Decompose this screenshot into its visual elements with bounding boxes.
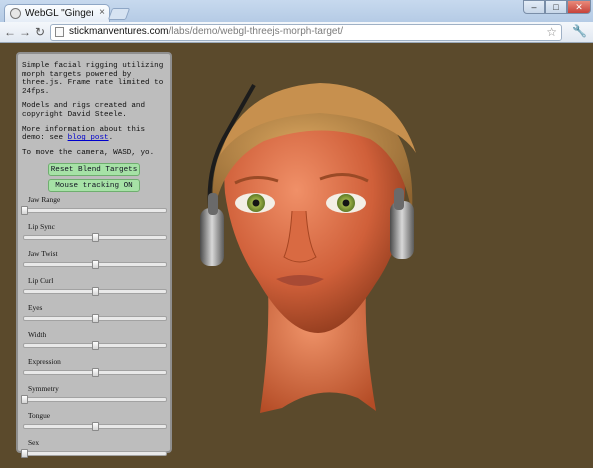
slider-row: Tongue [18, 411, 170, 438]
blog-post-link[interactable]: blog post [68, 134, 109, 142]
control-panel: Simple facial rigging utilizing morph ta… [16, 52, 172, 459]
slider-row: Sex [18, 438, 170, 465]
tab-close-icon[interactable]: × [99, 7, 105, 18]
forward-arrow-icon[interactable]: → [18, 25, 32, 39]
slider-label: Width [28, 330, 47, 340]
tab-title: WebGL "Ginger" manipula [25, 8, 93, 19]
reload-icon[interactable]: ↻ [33, 25, 47, 39]
bookmark-star-icon[interactable]: ☆ [546, 25, 557, 39]
credits-text: Models and rigs created and copyright Da… [22, 102, 146, 119]
slider-track[interactable] [23, 260, 167, 270]
slider-thumb[interactable] [92, 260, 99, 270]
left-pupil [252, 199, 260, 207]
slider-label: Tongue [28, 411, 51, 421]
more-info-text: More information about this demo: see bl… [22, 126, 170, 143]
new-tab-button[interactable] [107, 8, 131, 20]
right-pupil [342, 199, 350, 207]
slider-label: Symmetry [28, 384, 59, 394]
slider-thumb[interactable] [92, 233, 99, 243]
webgl-viewport[interactable] [180, 43, 593, 468]
slider-row: Width [18, 330, 170, 357]
reset-blend-targets-button[interactable]: Reset Blend Targets [48, 163, 140, 177]
slider-track[interactable] [23, 422, 167, 432]
slider-thumb[interactable] [21, 449, 28, 459]
slider-row: Lip Curl [18, 276, 170, 303]
page-favicon-icon [10, 8, 21, 19]
slider-row: Jaw Range [18, 195, 170, 222]
page-content: Simple facial rigging utilizing morph ta… [0, 43, 593, 468]
wrench-menu-icon[interactable]: 🔧 [572, 24, 587, 38]
left-earcup [200, 193, 224, 266]
slider-label: Lip Sync [28, 222, 55, 232]
window-close-button[interactable]: ✕ [567, 0, 591, 14]
slider-label: Expression [28, 357, 61, 367]
address-bar[interactable]: stickmanventures.com/labs/demo/webgl-thr… [50, 24, 562, 41]
camera-hint-text: To move the camera, WASD, yo. [22, 148, 155, 157]
slider-track[interactable] [23, 233, 167, 243]
panel-description: Simple facial rigging utilizing morph ta… [22, 62, 170, 157]
more-info-suffix: . [108, 134, 114, 143]
window-maximize-button[interactable]: □ [545, 0, 567, 14]
slider-row: Lip Sync [18, 222, 170, 249]
slider-thumb[interactable] [92, 314, 99, 324]
slider-label: Jaw Twist [28, 249, 58, 259]
browser-tab[interactable]: WebGL "Ginger" manipula × [4, 4, 110, 23]
slider-track[interactable] [23, 341, 167, 351]
slider-label: Sex [28, 438, 40, 448]
slider-thumb[interactable] [92, 287, 99, 297]
slider-row: Jaw Twist [18, 249, 170, 276]
window-titlebar: WebGL "Ginger" manipula × – □ ✕ [0, 0, 593, 23]
slider-thumb[interactable] [92, 422, 99, 432]
intro-text: Simple facial rigging utilizing morph ta… [22, 62, 164, 96]
slider-track[interactable] [23, 314, 167, 324]
slider-track[interactable] [21, 395, 167, 405]
mouse-tracking-button[interactable]: Mouse tracking ON [48, 179, 140, 193]
slider-row: Expression [18, 357, 170, 384]
slider-thumb[interactable] [21, 206, 28, 216]
slider-label: Lip Curl [28, 276, 54, 286]
slider-list: Jaw Range Lip Sync Jaw Twist Lip Curl Eyes Wi… [18, 195, 170, 465]
slider-track[interactable] [23, 368, 167, 378]
slider-track[interactable] [23, 287, 167, 297]
slider-track[interactable] [21, 206, 167, 216]
slider-row: Eyes [18, 303, 170, 330]
slider-thumb[interactable] [21, 395, 28, 405]
page-icon [55, 27, 64, 37]
slider-label: Jaw Range [28, 195, 61, 205]
slider-label: Eyes [28, 303, 43, 313]
slider-row: Symmetry [18, 384, 170, 411]
slider-thumb[interactable] [92, 368, 99, 378]
url-text: stickmanventures.com/labs/demo/webgl-thr… [69, 26, 343, 37]
url-path: /labs/demo/webgl-threejs-morph-target/ [168, 26, 344, 37]
back-arrow-icon[interactable]: ← [3, 25, 17, 39]
slider-track[interactable] [21, 449, 167, 459]
window-minimize-button[interactable]: – [523, 0, 545, 14]
slider-thumb[interactable] [92, 341, 99, 351]
url-host: stickmanventures.com [69, 26, 169, 37]
browser-toolbar: ← → ↻ stickmanventures.com/labs/demo/web… [0, 22, 593, 43]
